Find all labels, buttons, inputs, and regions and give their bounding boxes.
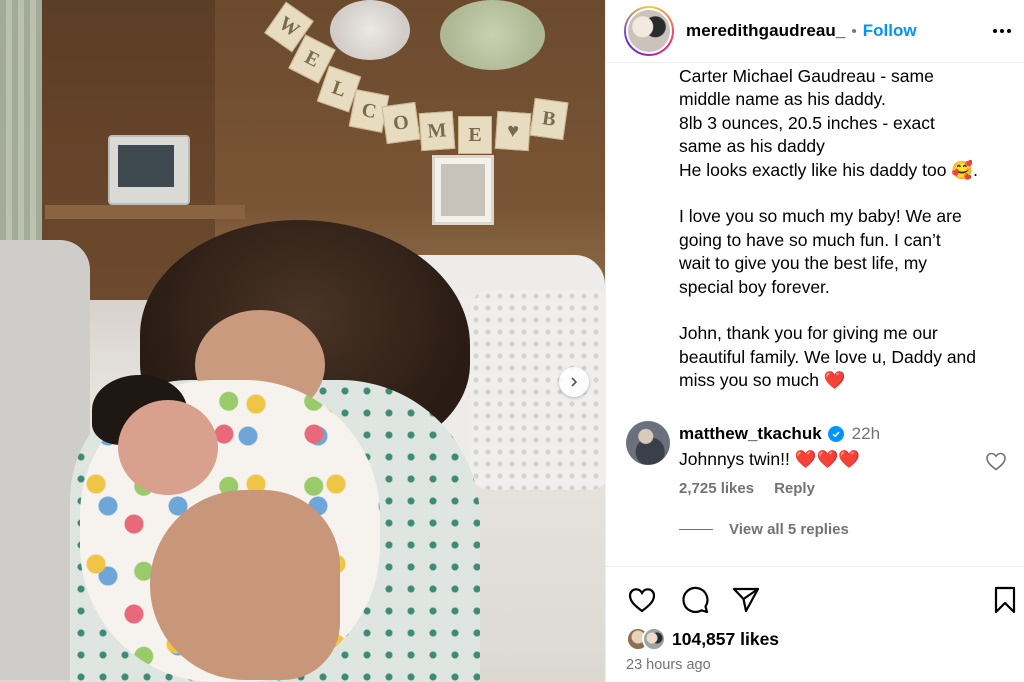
comment-header: matthew_tkachuk 22h bbox=[679, 424, 880, 444]
post-caption: Carter Michael Gaudreau - same middle na… bbox=[679, 65, 1009, 393]
banner-flag: O bbox=[381, 101, 421, 145]
comment-time[interactable]: 22h bbox=[852, 424, 880, 444]
heart-outline-icon[interactable] bbox=[626, 584, 658, 616]
commenter-avatar[interactable] bbox=[626, 421, 670, 465]
post-timestamp[interactable]: 23 hours ago bbox=[626, 657, 711, 673]
author-avatar[interactable] bbox=[624, 6, 674, 56]
caption-line: middle name as his daddy. bbox=[679, 89, 886, 110]
caption-line: going to have so much fun. I can’t bbox=[679, 229, 941, 250]
post-photo[interactable]: W E L C O M E ♥ B bbox=[0, 0, 605, 682]
likes-summary[interactable]: 104,857 likes bbox=[626, 627, 779, 651]
caption-line: Carter Michael Gaudreau - same bbox=[679, 66, 934, 86]
heart-outline-icon[interactable] bbox=[984, 449, 1008, 473]
caption-line: miss you so much ❤️ bbox=[679, 370, 846, 391]
caption-paragraph: Carter Michael Gaudreau - same middle na… bbox=[679, 65, 1009, 182]
author-username[interactable]: meredithgaudreau_ bbox=[686, 21, 845, 41]
post-side-panel: meredithgaudreau_ • Follow Carter Michae… bbox=[605, 0, 1024, 682]
more-options-icon[interactable] bbox=[989, 20, 1015, 42]
reply-button[interactable]: Reply bbox=[774, 480, 815, 497]
chevron-right-icon bbox=[571, 377, 578, 387]
verified-badge-icon bbox=[827, 426, 844, 442]
photo-frame bbox=[432, 155, 494, 225]
banner-flag: E bbox=[458, 116, 492, 154]
commenter-username[interactable]: matthew_tkachuk bbox=[679, 424, 822, 444]
view-replies-button[interactable]: View all 5 replies bbox=[679, 521, 849, 538]
caption-line: John, thank you for giving me our bbox=[679, 323, 938, 344]
separator-dot: • bbox=[851, 22, 857, 40]
carousel-next-button[interactable] bbox=[559, 367, 589, 397]
comment-bubble-icon[interactable] bbox=[679, 584, 711, 616]
bookmark-icon[interactable] bbox=[989, 584, 1021, 616]
caption-paragraph: John, thank you for giving me our beauti… bbox=[679, 322, 1009, 392]
comment-likes[interactable]: 2,725 likes bbox=[679, 480, 754, 497]
baby-face bbox=[118, 400, 218, 495]
medical-monitor bbox=[108, 135, 190, 205]
caption-line: beautiful family. We love u, Daddy and bbox=[679, 346, 977, 367]
caption-line: wait to give you the best life, my bbox=[679, 253, 928, 274]
paper-plane-icon[interactable] bbox=[730, 584, 762, 616]
caption-line: He looks exactly like his daddy too 🥰. bbox=[679, 159, 979, 180]
caption-line: 8lb 3 ounces, 20.5 inches - exact bbox=[679, 112, 935, 133]
banner-flag: B bbox=[529, 97, 569, 141]
comments-scroll-area[interactable]: Carter Michael Gaudreau - same middle na… bbox=[606, 63, 1024, 566]
likes-count[interactable]: 104,857 likes bbox=[672, 629, 779, 650]
follow-button[interactable]: Follow bbox=[863, 21, 917, 41]
welcome-banner: W E L C O M E ♥ B bbox=[264, 0, 605, 154]
liker-avatar bbox=[642, 627, 666, 651]
caption-paragraph: I love you so much my baby! We are going… bbox=[679, 205, 1009, 299]
caption-line: same as his daddy bbox=[679, 136, 825, 157]
banner-flag: M bbox=[418, 110, 456, 152]
caption-line: special boy forever. bbox=[679, 276, 830, 297]
caption-line: I love you so much my baby! We are bbox=[679, 206, 962, 227]
comment-text: Johnnys twin!! ❤️❤️❤️ bbox=[679, 449, 861, 469]
post-header: meredithgaudreau_ • Follow bbox=[606, 0, 1024, 63]
avatar-image bbox=[626, 8, 672, 54]
post-actions: 104,857 likes 23 hours ago bbox=[606, 566, 1024, 682]
shelf bbox=[45, 205, 245, 219]
banner-flag: ♥ bbox=[494, 110, 532, 152]
comment-meta: 2,725 likes Reply bbox=[679, 480, 815, 497]
mother-hand bbox=[150, 490, 340, 680]
